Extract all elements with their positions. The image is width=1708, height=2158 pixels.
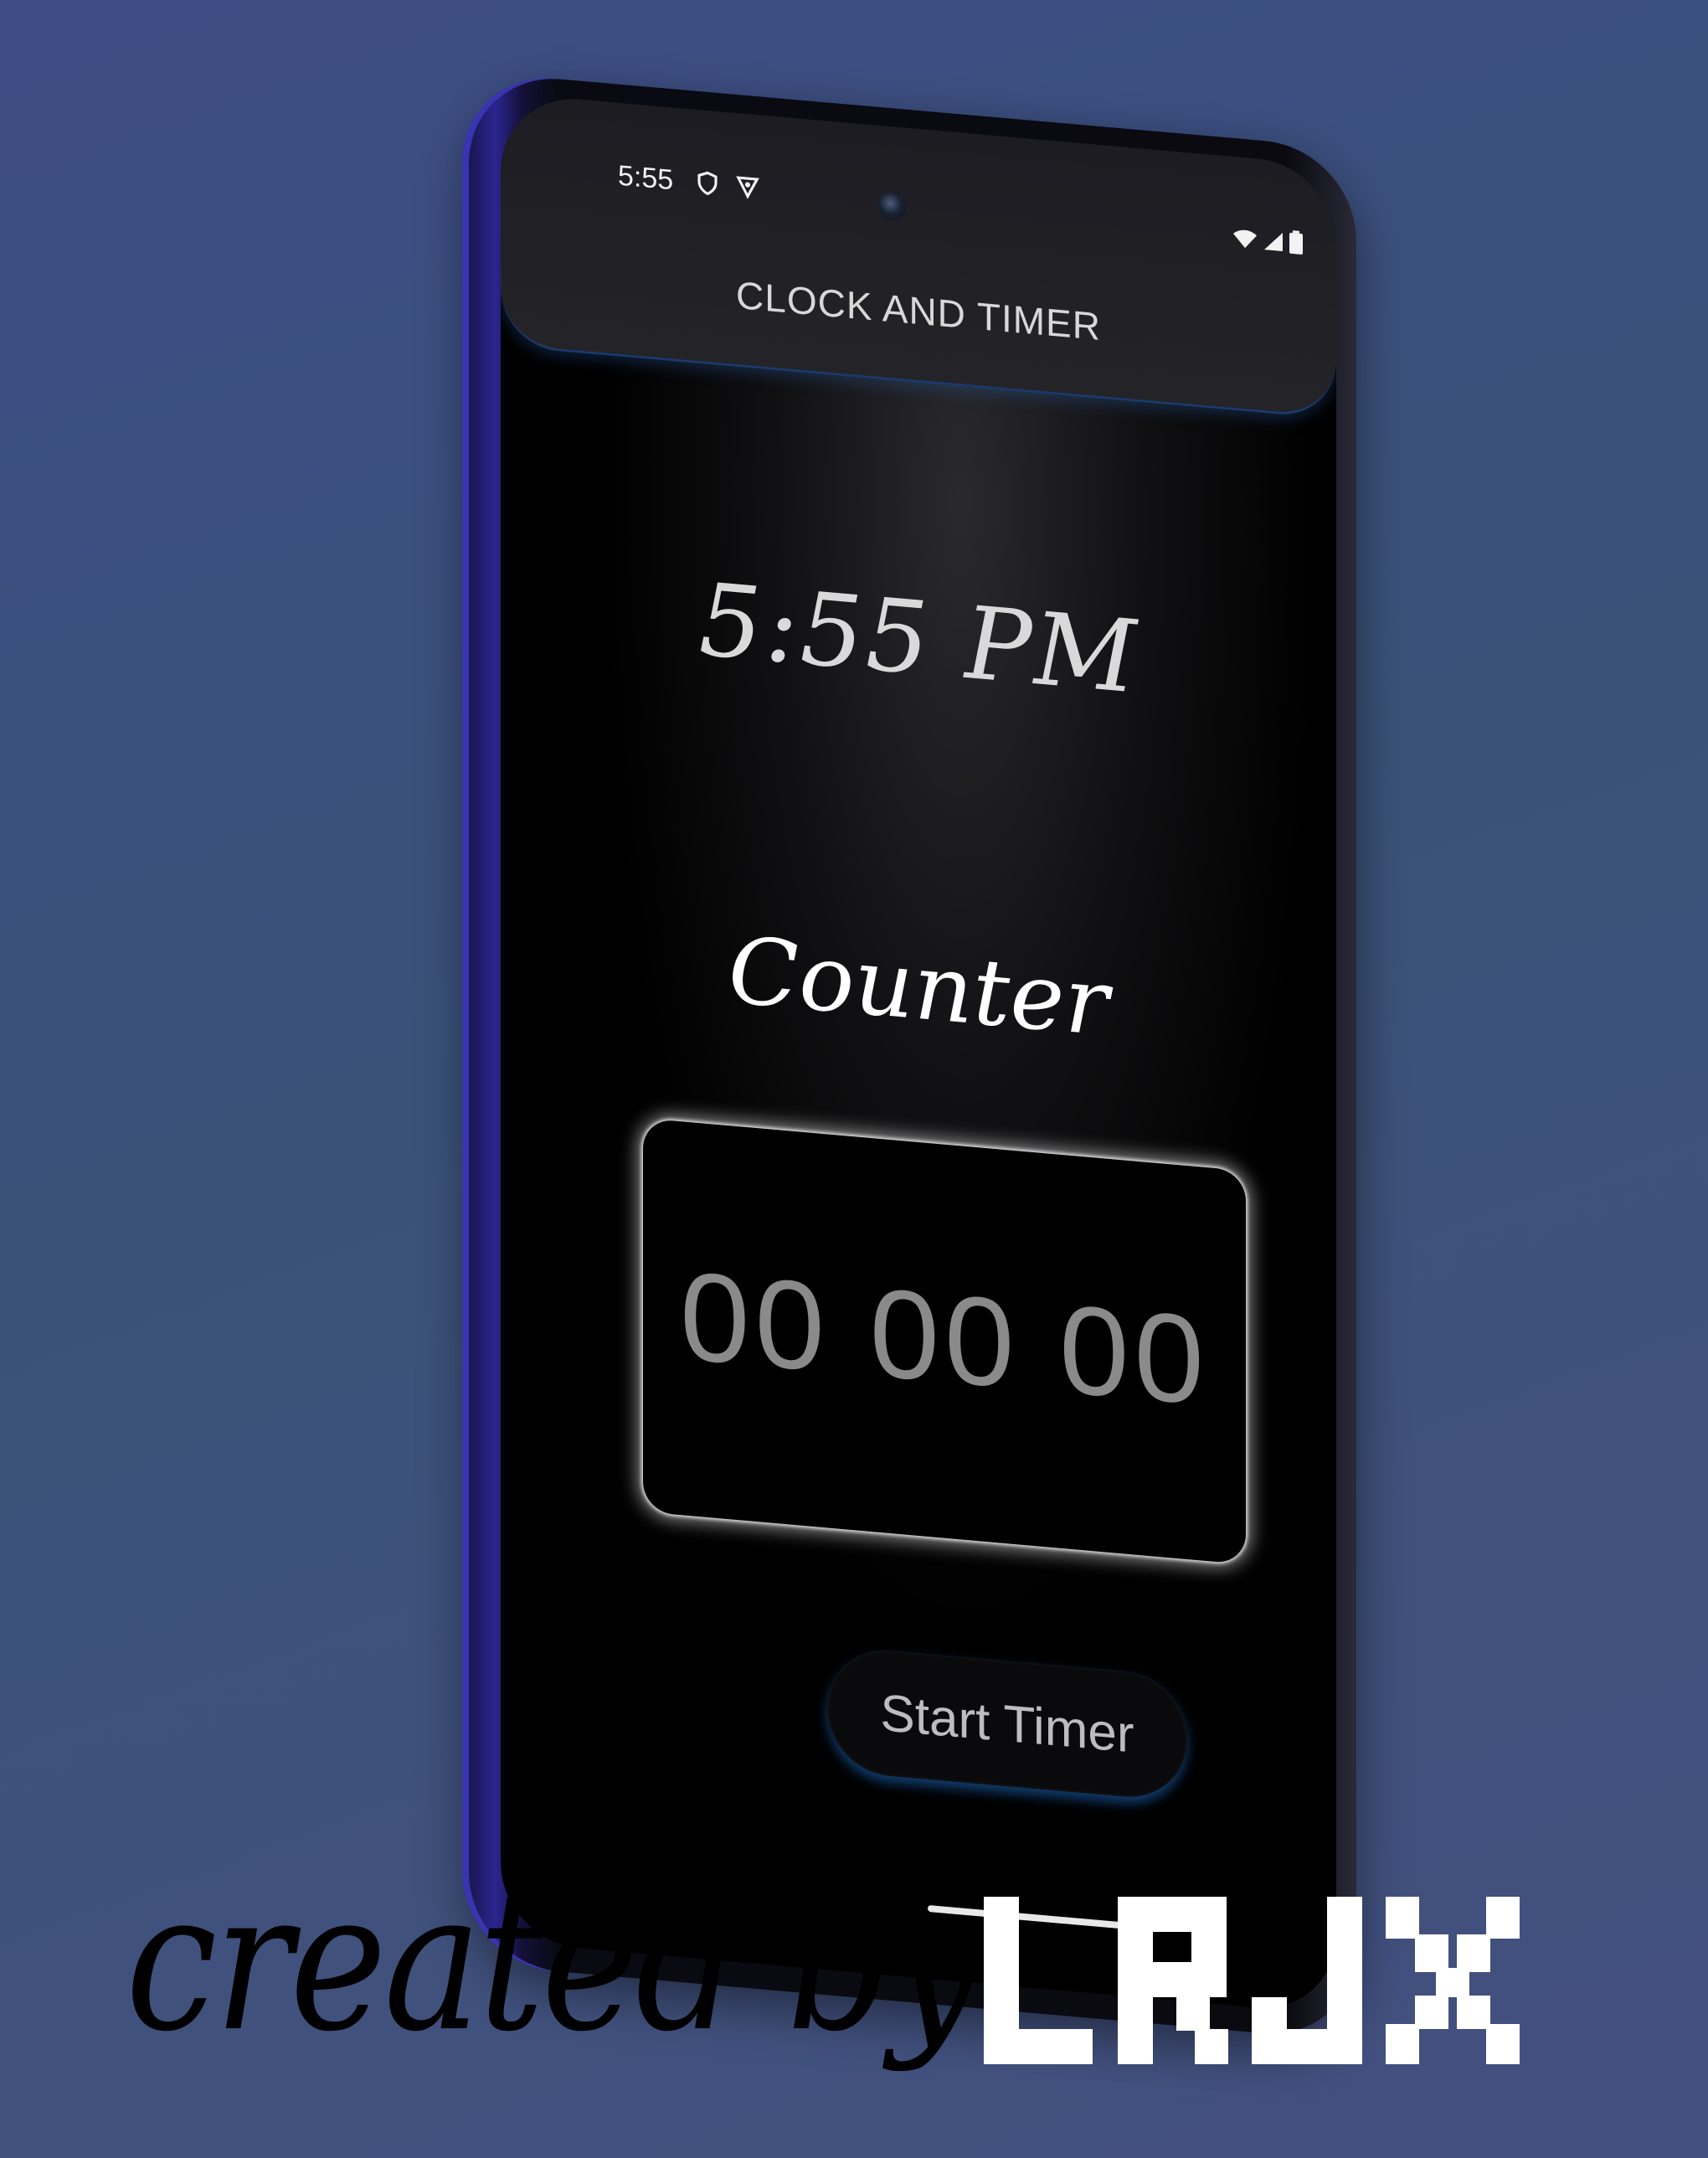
signal-icon (1263, 229, 1284, 257)
shield-icon (695, 170, 720, 198)
counter-box: 00 00 00 (643, 1118, 1246, 1565)
wifi-icon (1232, 229, 1258, 255)
app-title: CLOCK AND TIMER (736, 272, 1101, 349)
watermark-logo (984, 1897, 1520, 2064)
front-camera (877, 190, 906, 222)
watermark-text: created by (126, 1851, 981, 2074)
phone-screen: CLOCK AND TIMER 5:55 5:55 PM Counter 00 … (501, 92, 1336, 2015)
vpn-icon (735, 173, 760, 201)
phone-mockup: CLOCK AND TIMER 5:55 5:55 PM Counter 00 … (469, 71, 1356, 2042)
clock-display: 5:55 PM (698, 562, 1139, 717)
counter-value: 00 00 00 (680, 1244, 1209, 1432)
battery-icon (1289, 230, 1303, 259)
status-time: 5:55 (618, 159, 674, 197)
start-timer-button[interactable]: Start Timer (827, 1645, 1187, 1803)
counter-label: Counter (728, 916, 1109, 1057)
